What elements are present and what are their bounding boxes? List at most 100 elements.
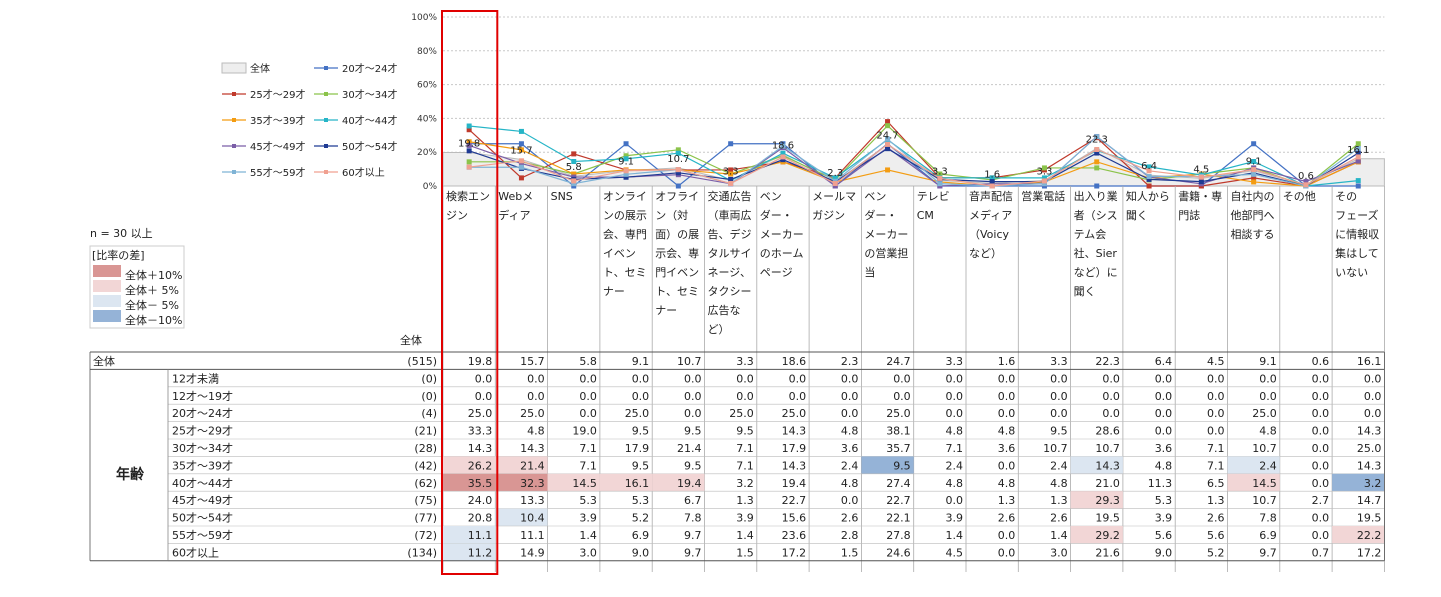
series-point [1251,171,1257,177]
table-cell: 19.8 [468,355,493,368]
category-label-line: など） [969,247,1002,260]
table-cell: 29.3 [1095,494,1120,507]
table-cell: 3.3 [946,355,964,368]
row-n-overall: (515) [407,355,437,368]
table-cell: 4.8 [998,477,1016,490]
series-point [1355,183,1361,189]
table-cell: 23.6 [782,529,807,542]
table-cell: 1.5 [736,546,754,559]
legend-label: 55才～59才 [250,166,305,179]
series-point [1303,182,1309,188]
category-label-line: 集はして [1335,246,1379,260]
series-point [780,154,786,160]
diff-legend: [比率の差] 全体＋10%全体＋ 5%全体－ 5%全体－10% [89,245,185,329]
table-cell: 3.3 [1050,355,1068,368]
legend-label: 全体 [250,62,270,75]
table-cell: 2.4 [1050,459,1068,472]
category-label-line: ベン [864,190,886,203]
table-cell: 9.7 [1259,546,1277,559]
table-cell: 1.3 [736,494,754,507]
table-cell: 0.0 [998,372,1016,385]
table-cell: 2.6 [841,512,859,525]
y-tick-label: 40% [417,114,437,124]
table-cell: 0.0 [632,390,650,403]
diff-legend-swatch [93,265,121,277]
table-cell: 0.0 [736,390,754,403]
overall-data-label: 15.7 [510,145,532,156]
series-point [1251,167,1257,173]
table-cell: 0.0 [1364,372,1382,385]
category-label-line: 音声配信 [969,189,1013,203]
table-cell: 4.8 [1050,477,1068,490]
table-cell: 38.1 [886,425,911,438]
series-point [728,141,734,147]
table-cell: 13.3 [520,494,545,507]
chart-legend: 全体 20才～24才 25才～29才 30才～34才 35才～39才 40才～44才 45才… [221,62,397,179]
overall-data-label: 3.3 [723,166,739,177]
table-cell: 4.8 [527,425,545,438]
table-cell: 2.4 [946,459,964,472]
table-cell: 17.9 [625,442,650,455]
table-cell: 11.2 [468,546,493,559]
table-cell: 9.0 [632,546,650,559]
category-label-line: （Voicy [969,228,1010,241]
table-cell: 0.0 [998,529,1016,542]
series-point [1198,174,1204,180]
category-label-line: 会、専門 [603,228,647,241]
table-cell: 11.3 [1148,477,1173,490]
table-cell: 2.6 [998,512,1016,525]
y-tick-label: 60% [417,81,437,91]
overall-data-label: 3.3 [932,166,948,177]
table-cell: 3.9 [736,512,754,525]
table-cell: 0.0 [1102,407,1120,420]
series-point [466,164,472,170]
legend-label: 40才～44才 [342,114,397,127]
legend-label: 45才～49才 [250,140,305,153]
row-name: 55才～59才 [172,528,233,542]
series-point [518,158,524,164]
series-point [1041,178,1047,184]
table-cell: 0.0 [1259,390,1277,403]
category-label-line: 聞く [1074,285,1096,298]
table-cell: 9.5 [684,425,702,438]
legend-swatch-marker [232,170,236,174]
row-name: 60才以上 [172,545,219,559]
table-cell: 17.9 [782,442,807,455]
table-cell: 0.7 [1312,546,1330,559]
table-cell: 22.7 [886,494,911,507]
table-cell: 25.0 [520,407,545,420]
table-cell: 2.6 [1050,512,1068,525]
row-n: (72) [414,529,437,542]
table-cell: 25.0 [625,407,650,420]
table-cell: 19.5 [1095,512,1120,525]
table-cell: 0.0 [1312,442,1330,455]
table-cell: 0.0 [632,372,650,385]
category-label-line: いない [1335,266,1368,279]
table-cell: 1.4 [946,529,964,542]
series-point [1094,165,1100,171]
table-cell: 6.5 [1207,477,1225,490]
table-cell: 1.6 [998,355,1016,368]
table-cell: 2.4 [1259,459,1277,472]
table-cell: 0.0 [841,390,859,403]
table-cell: 0.0 [1207,425,1225,438]
table-cell: 0.0 [946,372,964,385]
overall-data-label: 18.6 [772,141,794,152]
row-n: (21) [414,425,437,438]
row-n: (42) [414,459,437,472]
table-cell: 0.0 [841,372,859,385]
category-label-line: 交通広告 [708,189,752,203]
table-cell: 3.6 [998,442,1016,455]
category-label-line: ンの展示 [603,209,647,222]
table-cell: 2.6 [1207,512,1225,525]
category-label-line: 相談する [1231,227,1275,241]
group-label: 年齢 [116,466,145,483]
table-cell: 0.0 [527,372,545,385]
table-cell: 0.0 [1312,477,1330,490]
legend-label: 50才～54才 [342,140,397,153]
table-cell: 35.7 [886,442,911,455]
table-cell: 6.7 [684,494,702,507]
table-cell: 0.0 [998,407,1016,420]
diff-legend-label: 全体＋10% [125,268,182,282]
table-cell: 0.0 [684,390,702,403]
